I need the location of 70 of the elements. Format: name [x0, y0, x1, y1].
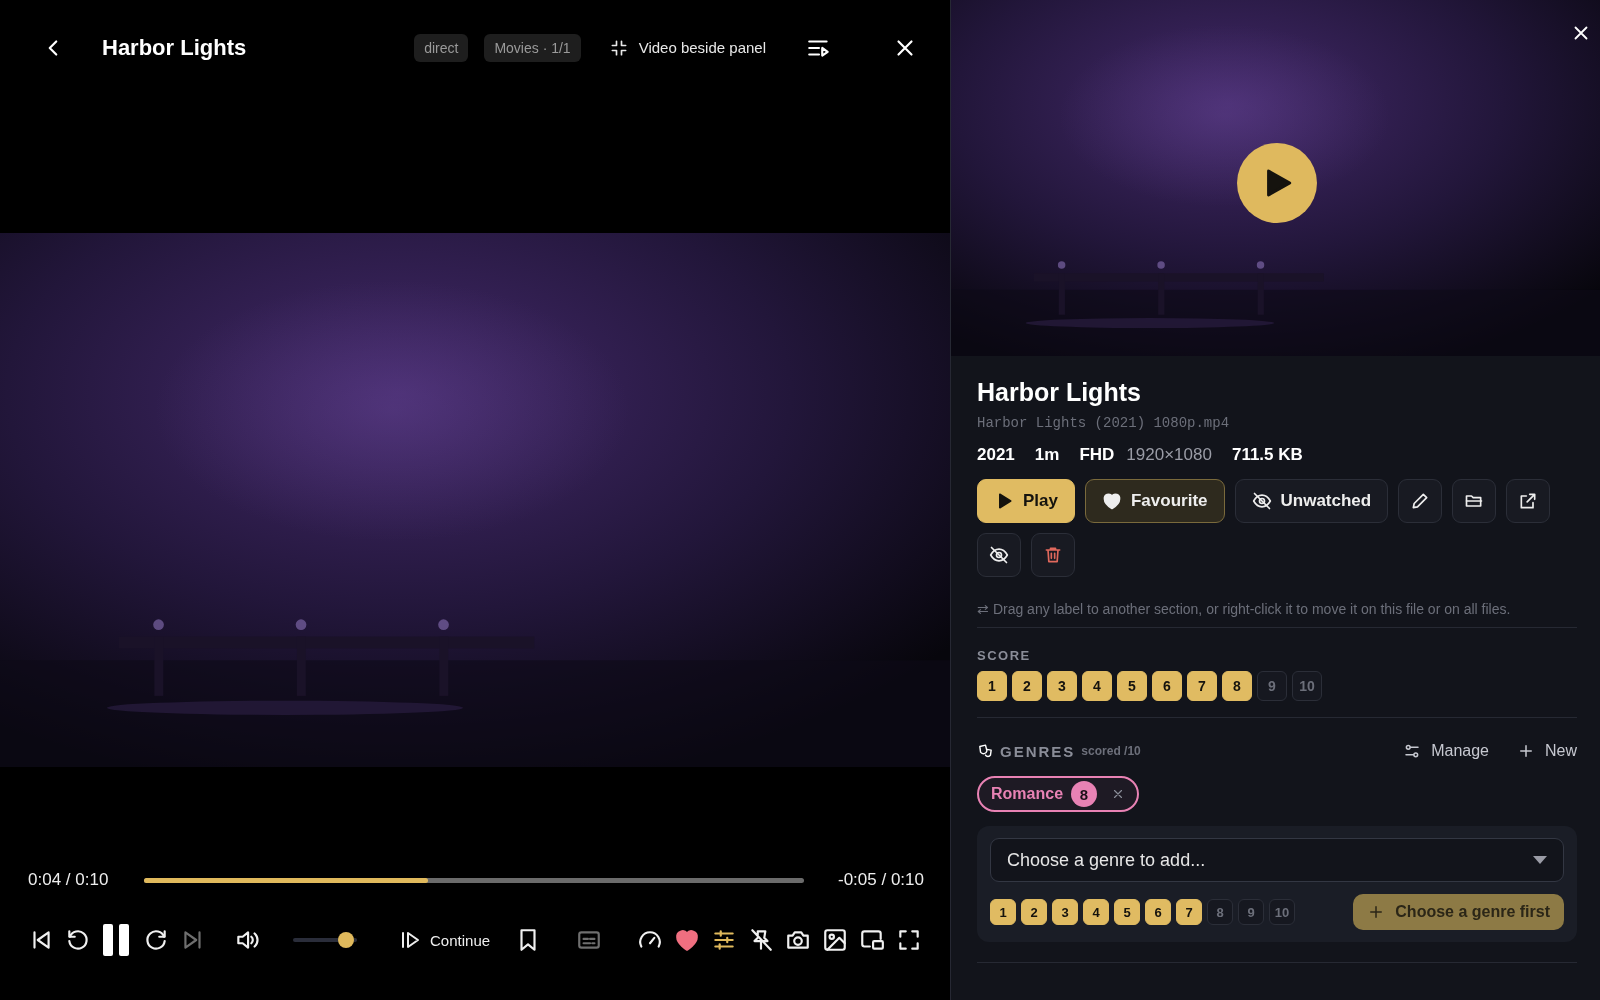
score-option[interactable]: 7: [1187, 671, 1217, 701]
score-option[interactable]: 8: [1222, 671, 1252, 701]
layout-button[interactable]: Video beside panel: [608, 37, 766, 58]
play-button[interactable]: Play: [977, 479, 1075, 523]
favourite-button[interactable]: Favourite: [1085, 479, 1225, 523]
hide-button[interactable]: [977, 533, 1021, 577]
pause-icon[interactable]: [102, 923, 132, 957]
forward-icon[interactable]: [143, 927, 169, 953]
score-option[interactable]: 6: [1152, 671, 1182, 701]
eye-off-icon: [1251, 491, 1272, 511]
file-name: Harbor Lights (2021) 1080p.mp4: [977, 415, 1231, 431]
image-icon[interactable]: [822, 927, 848, 953]
score-option[interactable]: 9: [1257, 671, 1287, 701]
sliders-icon[interactable]: [711, 927, 737, 953]
picture-in-picture-icon[interactable]: [859, 927, 885, 953]
external-link-button[interactable]: [1506, 479, 1551, 523]
manage-button[interactable]: Manage: [1403, 742, 1489, 760]
volume-slider[interactable]: [293, 932, 357, 948]
external-link-icon: [1518, 491, 1539, 511]
score-option[interactable]: 2: [1012, 671, 1042, 701]
meta-info: 1m: [1034, 445, 1060, 465]
meta-info: 2021: [977, 445, 1015, 465]
score-option[interactable]: 3: [1047, 671, 1077, 701]
meta-info: 711.5 KB: [1231, 445, 1303, 465]
heart-icon: [1102, 491, 1122, 511]
score-option[interactable]: 10: [1269, 899, 1295, 925]
replay-icon[interactable]: [65, 927, 91, 953]
pin-off-icon[interactable]: [748, 927, 774, 953]
section-heading: SCORE: [977, 648, 1032, 663]
score-option[interactable]: 5: [1117, 671, 1147, 701]
source-badge: direct: [414, 33, 469, 62]
heart-icon[interactable]: [674, 927, 700, 953]
score-option[interactable]: 1: [977, 671, 1007, 701]
section-subheading: scored /10: [1081, 744, 1142, 758]
score-option[interactable]: 8: [1207, 899, 1233, 925]
score-option[interactable]: 2: [1021, 899, 1047, 925]
genre-chip[interactable]: Romance 8: [977, 776, 1140, 812]
source-badge: Movies · 1/1: [484, 33, 581, 62]
folder-button[interactable]: [1452, 479, 1497, 523]
score-option[interactable]: 10: [1292, 671, 1322, 701]
score-option[interactable]: 7: [1176, 899, 1202, 925]
edit-button[interactable]: [1398, 479, 1443, 523]
watched-button[interactable]: Unwatched: [1234, 479, 1389, 523]
fullscreen-icon[interactable]: [896, 927, 922, 953]
score-option[interactable]: 1: [990, 899, 1016, 925]
score-option[interactable]: 9: [1238, 899, 1264, 925]
score-option[interactable]: 5: [1114, 899, 1140, 925]
eye-off-icon: [989, 545, 1009, 565]
score-option[interactable]: 3: [1052, 899, 1078, 925]
meta-info: 1920×1080: [1126, 445, 1212, 465]
dropdown-icon: [1533, 856, 1547, 864]
meta-info: FHD: [1079, 445, 1115, 465]
score-option[interactable]: 4: [1083, 899, 1109, 925]
trash-icon: [1043, 545, 1063, 565]
title: Harbor Lights: [977, 378, 1142, 407]
remaining-time: -0:05 / 0:10: [838, 870, 924, 890]
new-button[interactable]: New: [1517, 742, 1577, 760]
continue-button[interactable]: Continue: [398, 928, 491, 952]
video-title: Harbor Lights: [102, 34, 248, 61]
settings-sliders-icon: [1403, 742, 1422, 760]
hint-text: ⇄ Drag any label to another section, or right-click it to move it on this file or on all files.: [977, 600, 1512, 619]
elapsed-time: 0:04 / 0:10: [28, 870, 109, 890]
progress-bar[interactable]: [144, 877, 804, 883]
plus-icon: [1517, 742, 1535, 760]
score-badge: 8: [1071, 781, 1098, 807]
score-option[interactable]: 4: [1082, 671, 1112, 701]
delete-button[interactable]: [1031, 533, 1075, 577]
genre-select[interactable]: Choose a genre to add...: [990, 838, 1564, 882]
section-heading: GENRES: [1000, 742, 1076, 760]
score-option[interactable]: 6: [1145, 899, 1171, 925]
